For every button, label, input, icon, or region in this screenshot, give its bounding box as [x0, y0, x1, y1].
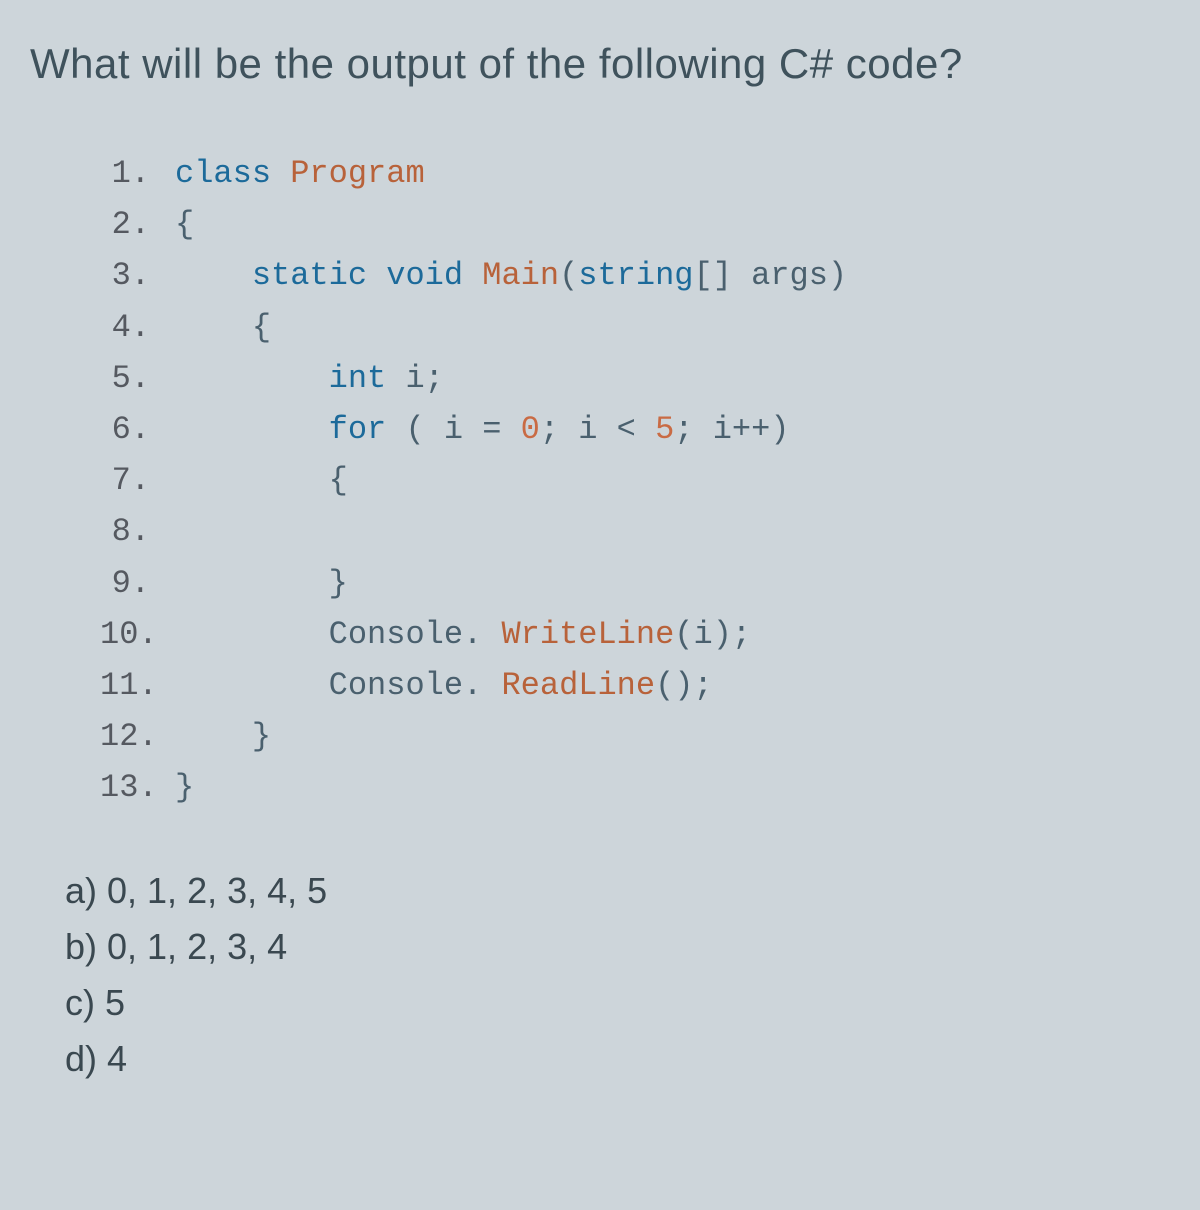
line-number: 8. — [100, 506, 175, 557]
answer-option: d) 4 — [65, 1031, 1170, 1087]
answer-options: a) 0, 1, 2, 3, 4, 5b) 0, 1, 2, 3, 4c) 5d… — [65, 863, 1170, 1086]
code-block: 1.class Program2.{3. static void Main(st… — [100, 148, 1170, 813]
line-number: 4. — [100, 302, 175, 353]
line-content: class Program — [175, 148, 425, 199]
code-line: 1.class Program — [100, 148, 1170, 199]
line-number: 6. — [100, 404, 175, 455]
code-line: 10. Console. WriteLine(i); — [100, 609, 1170, 660]
line-number: 5. — [100, 353, 175, 404]
line-number: 12. — [100, 711, 175, 762]
line-content: int i; — [175, 353, 444, 404]
code-line: 7. { — [100, 455, 1170, 506]
code-line: 2.{ — [100, 199, 1170, 250]
code-line: 12. } — [100, 711, 1170, 762]
code-line: 3. static void Main(string[] args) — [100, 250, 1170, 301]
line-content: for ( i = 0; i < 5; i++) — [175, 404, 790, 455]
line-content: { — [175, 302, 271, 353]
code-line: 6. for ( i = 0; i < 5; i++) — [100, 404, 1170, 455]
line-number: 11. — [100, 660, 175, 711]
code-line: 5. int i; — [100, 353, 1170, 404]
answer-option: a) 0, 1, 2, 3, 4, 5 — [65, 863, 1170, 919]
code-line: 4. { — [100, 302, 1170, 353]
line-content: Console. ReadLine(); — [175, 660, 713, 711]
line-number: 13. — [100, 762, 175, 813]
code-line: 13.} — [100, 762, 1170, 813]
line-number: 3. — [100, 250, 175, 301]
answer-option: b) 0, 1, 2, 3, 4 — [65, 919, 1170, 975]
line-content: { — [175, 199, 194, 250]
line-content: } — [175, 762, 194, 813]
code-line: 9. } — [100, 558, 1170, 609]
line-content: static void Main(string[] args) — [175, 250, 847, 301]
line-number: 9. — [100, 558, 175, 609]
line-number: 10. — [100, 609, 175, 660]
code-line: 8. — [100, 506, 1170, 557]
line-content: } — [175, 711, 271, 762]
line-content: { — [175, 455, 348, 506]
line-number: 7. — [100, 455, 175, 506]
line-content: } — [175, 558, 348, 609]
code-line: 11. Console. ReadLine(); — [100, 660, 1170, 711]
line-content: Console. WriteLine(i); — [175, 609, 751, 660]
line-number: 1. — [100, 148, 175, 199]
question-text: What will be the output of the following… — [30, 40, 1170, 88]
answer-option: c) 5 — [65, 975, 1170, 1031]
line-number: 2. — [100, 199, 175, 250]
